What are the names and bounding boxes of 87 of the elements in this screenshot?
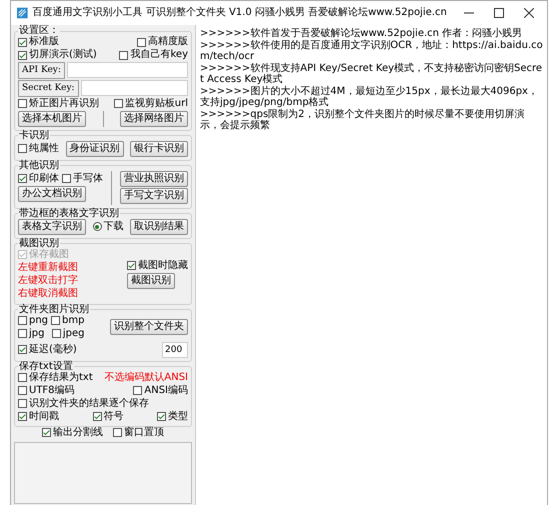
group-title: 文件夹图片识别 [18, 304, 90, 315]
group-title: 带边框的表格文字识别 [18, 208, 120, 219]
action-button[interactable]: 表格文字识别 [18, 218, 86, 235]
checkbox-label: 印刷体 [29, 172, 59, 185]
checkbox-label: 我自己有key [130, 49, 188, 61]
action-button[interactable]: 取识别结果 [130, 218, 188, 235]
checkbox[interactable] [18, 329, 27, 338]
input-field[interactable] [66, 62, 188, 78]
close-icon [524, 8, 534, 18]
checkbox-label: 符号 [104, 410, 124, 423]
checkbox-label: 输出分割线 [53, 426, 103, 439]
checkbox-label: 时间戳 [29, 410, 59, 423]
field-label: API Key: [18, 62, 65, 79]
action-button[interactable]: 识别整个文件夹 [110, 319, 188, 336]
checkbox-label: 切屏演示(测试) [29, 49, 97, 61]
checkbox[interactable] [114, 99, 123, 108]
checkbox-label: jpeg [62, 328, 84, 340]
checkbox[interactable] [51, 316, 60, 326]
checkbox[interactable] [157, 412, 166, 422]
action-button[interactable]: 营业执照识别 [120, 170, 188, 187]
checkbox[interactable] [18, 399, 27, 408]
checkbox-label: 窗口置顶 [124, 426, 164, 439]
checkbox-label: 识别文件夹的结果逐个保存 [29, 398, 149, 410]
checkbox[interactable] [127, 261, 136, 270]
log-line: >>>>>>软件首发于吾爱破解论坛www.52pojie.cn 作者：闷骚小贱男 [200, 28, 524, 40]
checkbox[interactable] [62, 174, 71, 184]
checkbox-label: 监视剪贴板url [124, 98, 188, 110]
field-label: Secret Key: [18, 80, 79, 97]
action-button[interactable]: 选择网络图片 [120, 110, 188, 127]
checkbox[interactable] [18, 50, 27, 60]
checkbox-label: 保存结果为txt [29, 372, 93, 384]
checkbox[interactable] [18, 174, 27, 184]
checkbox[interactable] [52, 329, 61, 338]
checkbox[interactable] [137, 38, 146, 46]
group-title: 卡识别 [18, 130, 50, 141]
log-line: >>>>>>qps限制为2，识别整个文件夹图片的时候尽量不要使用切屏演示，会提示频繁 [200, 108, 526, 132]
checkbox-label: bmp [62, 314, 84, 327]
hint-text: 左键双击打字 [18, 274, 78, 287]
checkbox-label: 截图时隐藏 [138, 260, 188, 272]
checkbox-label: 高精度版 [148, 36, 188, 48]
log-line: >>>>>>图片的大小不超过4M，最短边至少15px，最长边最大4096px，支持jpg/jpeg/png/bmp格式 [200, 86, 539, 108]
checkbox[interactable] [92, 412, 102, 422]
checkbox-label: UTF8编码 [29, 384, 75, 397]
log-line: >>>>>>软件使用的是百度通用文字识别OCR，地址：https://ai.baidu.com/tech/ocr [200, 40, 543, 62]
action-button[interactable]: 手写文字识别 [120, 188, 188, 204]
action-button[interactable]: 办公文档识别 [18, 186, 86, 202]
group-title: 设置区： [18, 26, 60, 36]
checkbox-label: 类型 [168, 410, 188, 423]
checkbox-label: 纯属性 [29, 142, 59, 155]
checkbox[interactable] [18, 345, 27, 354]
checkbox[interactable] [133, 386, 142, 396]
checkbox-label: 标准版 [29, 36, 59, 48]
checkbox[interactable] [18, 373, 27, 382]
hint-text: 左键重新截图 [18, 262, 78, 274]
window-title: 百度通用文字识别小工具 可识别整个文件夹 V1.0 闷骚小贱男 吾爱破解论坛www.52pojie.cn [32, 7, 447, 19]
checkbox[interactable] [113, 428, 122, 438]
input-field[interactable]: 200 [162, 342, 188, 358]
checkbox[interactable] [119, 50, 128, 60]
action-button[interactable]: 银行卡识别 [130, 140, 188, 157]
group-title: 其他识别 [18, 160, 60, 171]
checkbox[interactable] [18, 412, 27, 422]
checkbox[interactable] [18, 144, 27, 154]
app-icon [17, 7, 28, 19]
checkbox-label: 保存截图 [29, 248, 69, 261]
radio-label: 下载 [104, 220, 124, 233]
checkbox[interactable] [42, 428, 51, 438]
action-button[interactable]: 截图识别 [127, 272, 175, 289]
checkbox-label: 矫正图片再识别 [29, 98, 99, 110]
checkbox[interactable] [18, 99, 27, 108]
checkbox-label: 延迟(毫秒) [29, 344, 77, 356]
group-title: 保存txt设置 [18, 362, 73, 372]
radio-button[interactable] [92, 222, 102, 232]
checkbox-label: 手写体 [73, 172, 103, 185]
checkbox[interactable] [18, 386, 27, 396]
checkbox-label: png [29, 314, 48, 327]
checkbox-label: jpg [29, 328, 44, 340]
hint-text: 不选编码默认ANSI [104, 372, 188, 384]
group-title: 截图识别 [18, 238, 60, 249]
input-field[interactable] [80, 80, 188, 96]
checkbox[interactable] [18, 316, 27, 326]
maximize-icon [494, 8, 504, 18]
hint-text: 右键取消截图 [18, 288, 78, 300]
action-button[interactable]: 身份证识别 [66, 140, 124, 157]
action-button[interactable]: 选择本机图片 [18, 110, 86, 127]
checkbox-label: ANSI编码 [144, 384, 188, 397]
log-line: >>>>>>软件现支持API Key/Secret Key模式，不支持秘密访问密钥Secret Access Key模式 [200, 62, 543, 86]
checkbox[interactable] [18, 38, 27, 46]
